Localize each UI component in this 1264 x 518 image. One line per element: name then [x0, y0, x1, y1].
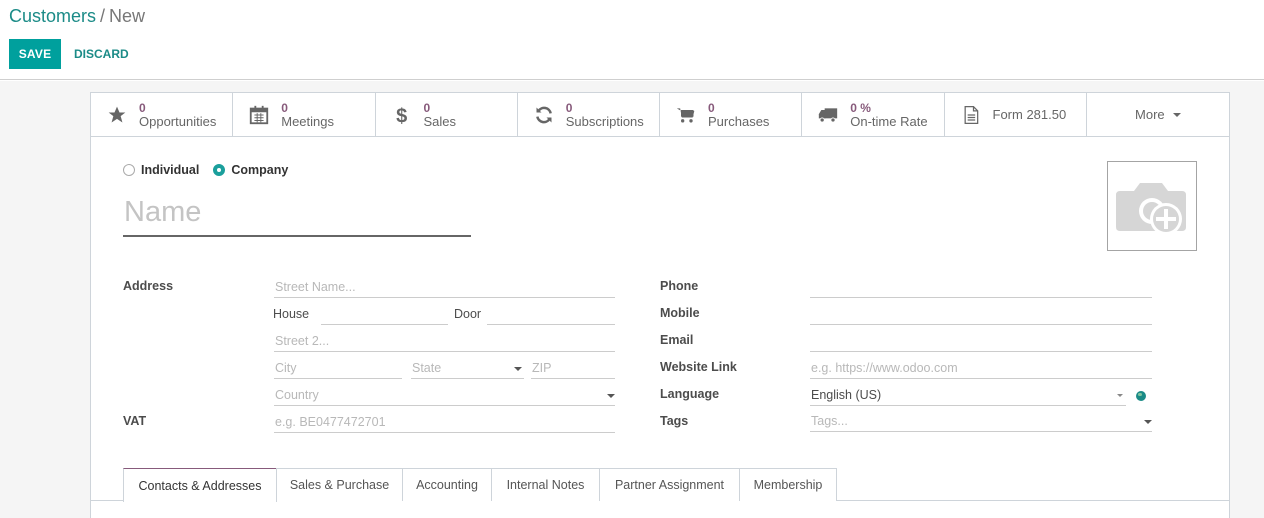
- on-time-rate-button[interactable]: 0 % On-time Rate: [802, 93, 945, 136]
- meetings-button[interactable]: 0 Meetings: [233, 93, 376, 136]
- tab-partner-assignment[interactable]: Partner Assignment: [599, 468, 740, 501]
- radio-label: Individual: [141, 163, 200, 177]
- tab-contacts-addresses[interactable]: Contacts & Addresses: [123, 468, 277, 502]
- stat-value: 0: [565, 100, 573, 115]
- state-caret-icon: [514, 367, 522, 371]
- more-label: More: [1135, 107, 1165, 122]
- stat-label: Form 281.50: [992, 107, 1067, 122]
- radio-label: Company: [231, 163, 289, 177]
- door-label: Door: [454, 307, 482, 321]
- star-icon: [105, 103, 129, 127]
- tab-accounting[interactable]: Accounting: [402, 468, 492, 501]
- stat-value: 0: [139, 100, 146, 115]
- door-input[interactable]: [487, 303, 615, 325]
- phone-label: Phone: [660, 279, 699, 293]
- svg-text:$: $: [396, 105, 407, 127]
- country-caret-icon: [607, 394, 615, 398]
- form-sheet: 0 Opportunities 0 Meetings $ 0 Sales 0 Subsc…: [90, 92, 1230, 518]
- more-dropdown-button[interactable]: More: [1087, 93, 1229, 136]
- company-type-radio-group: Individual Company: [123, 163, 302, 177]
- save-button[interactable]: SAVE: [9, 39, 61, 69]
- stat-label: Meetings: [281, 113, 334, 129]
- stat-label: Subscriptions: [565, 113, 644, 129]
- tags-caret-icon: [1144, 420, 1152, 424]
- tab-internal-notes[interactable]: Internal Notes: [491, 468, 600, 501]
- street-input[interactable]: [274, 276, 615, 298]
- purchases-button[interactable]: 0 Purchases: [660, 93, 803, 136]
- tab-membership[interactable]: Membership: [739, 468, 837, 501]
- stat-label: Purchases: [708, 113, 770, 129]
- refresh-icon: [532, 103, 556, 127]
- radio-button-company[interactable]: [213, 164, 226, 176]
- caret-down-icon: [1172, 112, 1181, 117]
- vat-input[interactable]: [274, 411, 615, 433]
- discard-button[interactable]: DISCARD: [66, 39, 137, 69]
- zip-input[interactable]: [531, 357, 615, 379]
- tab-sales-purchase[interactable]: Sales & Purchase: [276, 468, 403, 501]
- mobile-label: Mobile: [660, 306, 700, 320]
- breadcrumb: Customers / New: [9, 6, 145, 27]
- smart-button-box: 0 Opportunities 0 Meetings $ 0 Sales 0 Subsc…: [91, 93, 1229, 137]
- name-input[interactable]: [123, 189, 471, 237]
- mobile-input[interactable]: [810, 303, 1152, 325]
- house-label: House: [273, 307, 310, 321]
- image-upload[interactable]: [1107, 161, 1197, 251]
- email-label: Email: [660, 333, 694, 347]
- state-select[interactable]: [411, 357, 524, 379]
- subscriptions-button[interactable]: 0 Subscriptions: [518, 93, 660, 136]
- sales-button[interactable]: $ 0 Sales: [376, 93, 518, 136]
- stat-label: On-time Rate: [850, 113, 928, 129]
- vat-label: VAT: [123, 414, 147, 428]
- breadcrumb-current: New: [109, 6, 146, 26]
- house-input[interactable]: [321, 303, 448, 325]
- street2-input[interactable]: [274, 330, 615, 352]
- form-281-button[interactable]: Form 281.50: [945, 93, 1087, 136]
- language-label: Language: [660, 387, 720, 401]
- email-input[interactable]: [810, 330, 1152, 352]
- breadcrumb-customers[interactable]: Customers: [9, 6, 96, 26]
- stat-value: 0: [708, 100, 715, 115]
- dollar-icon: $: [390, 103, 414, 127]
- tags-input[interactable]: [810, 410, 1152, 432]
- stat-label: Sales: [423, 113, 457, 129]
- stat-label: Opportunities: [139, 113, 217, 129]
- stat-value: 0: [423, 100, 431, 115]
- website-input[interactable]: [810, 357, 1152, 379]
- radio-company[interactable]: Company: [213, 163, 288, 177]
- truck-icon: [816, 103, 840, 127]
- website-label: Website Link: [660, 360, 737, 374]
- radio-button-individual[interactable]: [123, 164, 135, 176]
- stat-value: 0: [281, 100, 288, 115]
- calendar-icon: [247, 103, 271, 127]
- notebook-tabs: Contacts & Addresses Sales & Purchase Ac…: [91, 468, 1229, 502]
- radio-individual[interactable]: Individual: [123, 163, 199, 177]
- city-input[interactable]: [274, 357, 402, 379]
- address-label: Address: [123, 279, 174, 293]
- language-caret-icon: [1117, 394, 1123, 397]
- country-select[interactable]: [274, 384, 615, 406]
- language-select[interactable]: [810, 384, 1126, 406]
- tags-label: Tags: [660, 414, 689, 428]
- phone-input[interactable]: [810, 276, 1152, 298]
- control-panel: Customers / New SAVE DISCARD: [0, 0, 1264, 80]
- breadcrumb-separator: /: [100, 6, 106, 26]
- camera-add-icon: [1116, 183, 1186, 235]
- stat-value: 0 %: [850, 100, 871, 115]
- cart-icon: [674, 103, 698, 127]
- document-icon: [959, 103, 983, 127]
- globe-icon[interactable]: [1136, 391, 1146, 401]
- opportunities-button[interactable]: 0 Opportunities: [91, 93, 234, 136]
